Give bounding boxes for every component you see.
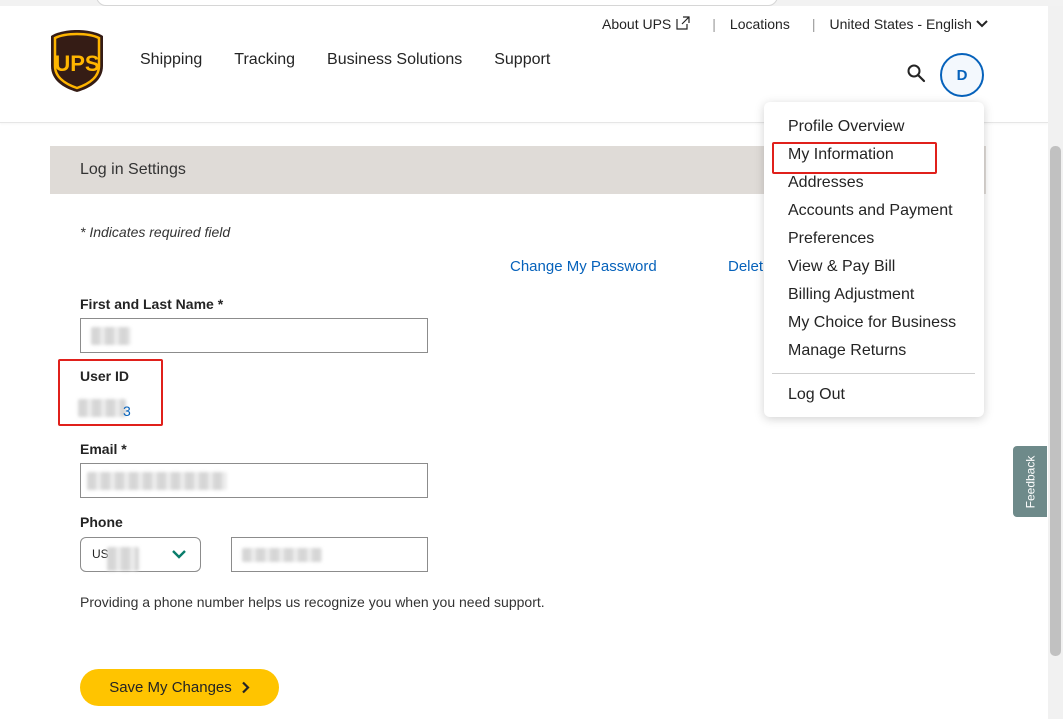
delete-account-link[interactable]: Delet <box>728 258 763 275</box>
about-ups-link[interactable]: About UPS <box>602 16 690 32</box>
logo-text: UPS <box>54 51 99 76</box>
locale-label: United States - English <box>829 16 972 32</box>
nav-support[interactable]: Support <box>494 51 550 69</box>
utility-nav: About UPS | Locations | United States - … <box>602 16 988 32</box>
phone-label: Phone <box>80 514 123 530</box>
user-avatar-button[interactable]: D <box>940 53 984 97</box>
menu-item-addresses[interactable]: Addresses <box>788 172 956 200</box>
nav-separator: | <box>712 16 716 32</box>
save-changes-button[interactable]: Save My Changes <box>80 669 279 706</box>
locale-selector[interactable]: United States - English <box>829 16 988 32</box>
nav-separator: | <box>811 16 816 32</box>
phone-input[interactable] <box>231 537 428 572</box>
menu-item-log-out[interactable]: Log Out <box>788 386 845 404</box>
search-icon[interactable] <box>906 63 926 83</box>
ups-logo[interactable]: UPS <box>49 28 105 94</box>
menu-item-billing-adjustment[interactable]: Billing Adjustment <box>788 284 956 312</box>
redacted-country-code <box>107 547 139 571</box>
required-field-note: * Indicates required field <box>80 224 231 240</box>
menu-item-preferences[interactable]: Preferences <box>788 228 956 256</box>
menu-item-view-pay-bill[interactable]: View & Pay Bill <box>788 256 956 284</box>
country-code-select[interactable]: US <box>80 537 201 572</box>
section-title: Log in Settings <box>80 161 186 178</box>
phone-help-text: Providing a phone number helps us recogn… <box>80 594 545 610</box>
main-nav: Shipping Tracking Business Solutions Sup… <box>140 51 550 69</box>
ups-shield-icon: UPS <box>51 30 103 92</box>
menu-item-accounts-and-payment[interactable]: Accounts and Payment <box>788 200 956 228</box>
highlight-my-information <box>772 142 937 174</box>
feedback-label: Feedback <box>1023 455 1038 508</box>
feedback-tab[interactable]: Feedback <box>1013 446 1047 517</box>
redacted-phone <box>242 548 322 562</box>
redacted-email <box>87 472 227 490</box>
email-input[interactable] <box>80 463 428 498</box>
menu-item-manage-returns[interactable]: Manage Returns <box>788 340 956 368</box>
menu-item-profile-overview[interactable]: Profile Overview <box>788 116 956 144</box>
highlight-user-id <box>58 359 163 426</box>
external-link-icon <box>676 16 690 30</box>
name-label: First and Last Name * <box>80 296 224 312</box>
chevron-down-icon <box>976 20 988 28</box>
change-password-link[interactable]: Change My Password <box>510 258 657 275</box>
locations-link[interactable]: Locations <box>730 16 790 32</box>
scrollbar-thumb[interactable] <box>1050 146 1061 656</box>
menu-divider <box>772 373 975 374</box>
about-ups-label: About UPS <box>602 16 672 32</box>
nav-tracking[interactable]: Tracking <box>234 51 295 69</box>
page-scrollbar[interactable] <box>1048 6 1063 719</box>
menu-item-my-choice-for-business[interactable]: My Choice for Business <box>788 312 956 340</box>
redacted-name <box>91 327 131 345</box>
nav-shipping[interactable]: Shipping <box>140 51 202 69</box>
nav-business-solutions[interactable]: Business Solutions <box>327 51 462 69</box>
chevron-right-icon <box>242 681 250 694</box>
name-input[interactable] <box>80 318 428 353</box>
chevron-down-icon <box>172 550 186 559</box>
email-label: Email * <box>80 441 127 457</box>
save-changes-label: Save My Changes <box>109 679 232 696</box>
